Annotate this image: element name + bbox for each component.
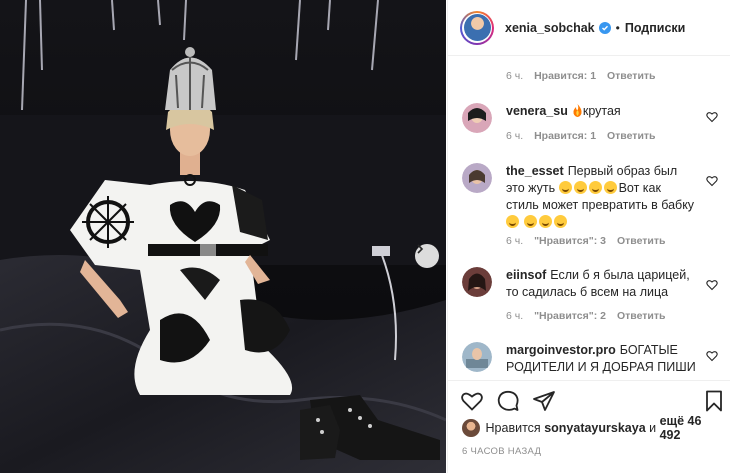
comment-time: 6 ч. <box>506 235 524 247</box>
post-action-bar <box>448 380 730 416</box>
comment-likes[interactable]: Нравится: 1 <box>534 130 596 142</box>
laughing-emoji-icon <box>524 215 538 228</box>
heart-icon[interactable] <box>706 175 718 187</box>
comment-reply-button[interactable]: Ответить <box>617 235 666 247</box>
comment-body: eiinsof Если б я была царицей, то садилас… <box>506 267 696 301</box>
commenter-avatar[interactable] <box>462 342 492 372</box>
commenter-username[interactable]: venera_su <box>506 104 568 118</box>
bookmark-icon[interactable] <box>702 389 726 413</box>
share-icon[interactable] <box>532 389 556 413</box>
comment-time: 6 ч. <box>506 130 524 142</box>
comment-meta: 6 ч. "Нравится": 2 Ответить <box>506 310 673 322</box>
liker-avatar[interactable] <box>462 419 480 437</box>
post-side-panel: xenia_sobchak • Подписки 6 ч. Нравится: … <box>447 0 730 473</box>
commenter-avatar[interactable] <box>462 163 492 193</box>
comments-list[interactable]: 6 ч. Нравится: 1 Ответить venera_su крута… <box>448 57 730 375</box>
laughing-emoji-icon <box>554 215 568 228</box>
following-button[interactable]: Подписки <box>625 21 686 35</box>
photo-illustration <box>0 0 446 473</box>
comment-time: 6 ч. <box>506 70 524 82</box>
comment-meta: 6 ч. Нравится: 1 Ответить <box>506 70 664 82</box>
comment-likes[interactable]: "Нравится": 2 <box>534 310 606 322</box>
commenter-username[interactable]: the_esset <box>506 164 564 178</box>
chevron-right-icon <box>417 244 424 254</box>
laughing-emoji-icon <box>506 215 519 228</box>
laughing-emoji-icon <box>558 181 572 194</box>
author-avatar-inner <box>462 12 492 43</box>
comment-likes[interactable]: "Нравится": 3 <box>534 235 606 247</box>
commenter-avatar[interactable] <box>462 267 492 297</box>
comment-time: 6 ч. <box>506 310 524 322</box>
comment-body: the_esset Первый образ был это жуть Вот к… <box>506 163 696 231</box>
laughing-emoji-icon <box>539 215 553 228</box>
liked-by-row: Нравится sonyatayurskaya и ещё 46 492 <box>462 414 724 442</box>
comment-reply-button[interactable]: Ответить <box>607 130 656 142</box>
heart-icon[interactable] <box>706 279 718 291</box>
heart-icon[interactable] <box>460 389 484 413</box>
comment-body: margoinvestor.pro БОГАТЫЕ РОДИТЕЛИ И Я ДО… <box>506 342 696 375</box>
comment-likes[interactable]: Нравится: 1 <box>534 70 596 82</box>
comment-body: venera_su крутая <box>506 103 696 120</box>
laughing-emoji-icon <box>573 181 587 194</box>
comment-icon[interactable] <box>496 389 520 413</box>
laughing-emoji-icon <box>588 181 602 194</box>
liker-username[interactable]: sonyatayurskaya <box>544 421 645 435</box>
author-username[interactable]: xenia_sobchak <box>505 21 595 35</box>
liked-by-middle: и <box>649 421 657 435</box>
author-avatar-image <box>463 14 491 41</box>
next-photo-button[interactable] <box>415 244 439 268</box>
header-separator: • <box>615 20 620 35</box>
heart-icon[interactable] <box>706 350 718 362</box>
verified-badge-icon <box>598 21 611 34</box>
comment-meta: 6 ч. Нравится: 1 Ответить <box>506 130 664 142</box>
post-timestamp[interactable]: 6 ЧАСОВ НАЗАД <box>462 446 541 457</box>
post-photo[interactable] <box>0 0 446 473</box>
comment-reply-button[interactable]: Ответить <box>607 70 656 82</box>
liked-by-prefix: Нравится <box>485 421 541 435</box>
comment-reply-button[interactable]: Ответить <box>617 310 666 322</box>
author-avatar[interactable] <box>460 10 494 45</box>
fire-emoji-icon <box>573 104 582 117</box>
heart-icon[interactable] <box>706 111 718 123</box>
commenter-avatar[interactable] <box>462 103 492 133</box>
post-header: xenia_sobchak • Подписки <box>448 0 730 56</box>
comment-meta: 6 ч. "Нравится": 3 Ответить <box>506 235 673 247</box>
laughing-emoji-icon <box>603 181 617 194</box>
comment-text: крутая <box>582 104 621 118</box>
commenter-username[interactable]: margoinvestor.pro <box>506 343 616 357</box>
commenter-username[interactable]: eiinsof <box>506 268 546 282</box>
likes-count-link[interactable]: ещё 46 492 <box>660 414 724 442</box>
